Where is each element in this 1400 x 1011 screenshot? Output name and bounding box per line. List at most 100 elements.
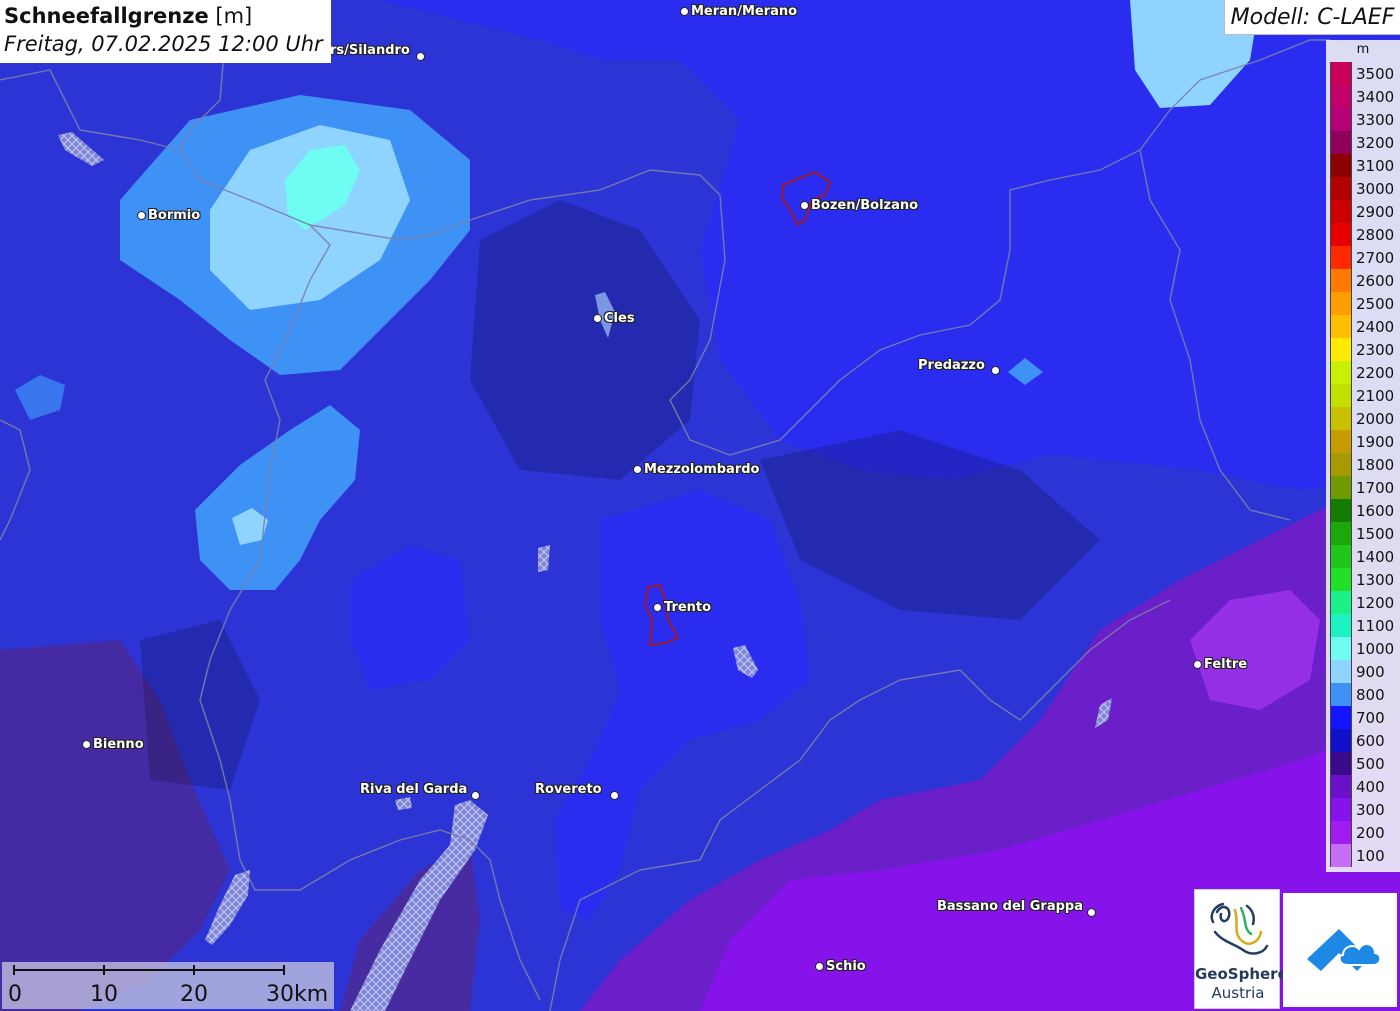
- legend-label: 500: [1356, 754, 1385, 773]
- place-label: Meran/Merano: [691, 4, 798, 19]
- place-label: Schio: [826, 959, 866, 974]
- legend-swatch: [1330, 775, 1352, 798]
- place-mezzolombardo: Mezzolombardo: [633, 462, 759, 477]
- place-label: Trento: [664, 600, 712, 615]
- legend-label: 2000: [1356, 409, 1395, 428]
- legend-label: 400: [1356, 777, 1385, 796]
- legend-entry: 300: [1330, 798, 1398, 821]
- geosphere-emblem-icon: [1210, 902, 1269, 955]
- legend-entry: 900: [1330, 660, 1398, 683]
- place-feltre: Feltre: [1193, 657, 1247, 672]
- legend-swatch: [1330, 200, 1352, 223]
- legend-label: 3200: [1356, 133, 1395, 152]
- legend-swatch: [1330, 752, 1352, 775]
- weather-app-logo[interactable]: [1283, 893, 1397, 1007]
- legend-entry: 3200: [1330, 131, 1398, 154]
- place-bienno: Bienno: [82, 737, 144, 752]
- legend-label: 1400: [1356, 547, 1395, 566]
- place-label: Bienno: [93, 737, 144, 752]
- snowfall-limit-map[interactable]: [0, 0, 1400, 1011]
- place-bormio: Bormio: [137, 208, 200, 223]
- legend-label: 2600: [1356, 271, 1395, 290]
- legend-swatch: [1330, 108, 1352, 131]
- place-marker-icon: [633, 465, 642, 474]
- legend-label: 600: [1356, 731, 1385, 750]
- scale-label: 10: [90, 982, 118, 1007]
- legend-entry: 400: [1330, 775, 1398, 798]
- place-marker-icon: [415, 52, 425, 61]
- legend-entry: 1400: [1330, 545, 1398, 568]
- geosphere-name: GeoSphere: [1195, 965, 1288, 983]
- place-label: Bozen/Bolzano: [811, 198, 919, 213]
- legend-entry: 2300: [1330, 338, 1398, 361]
- legend-entry: 1200: [1330, 591, 1398, 614]
- place-marker-icon: [471, 791, 481, 800]
- legend-label: 2800: [1356, 225, 1395, 244]
- legend-label: 2400: [1356, 317, 1395, 336]
- legend-entry: 600: [1330, 729, 1398, 752]
- legend-label: 1200: [1356, 593, 1395, 612]
- legend-entry: 500: [1330, 752, 1398, 775]
- legend-entry: 3000: [1330, 177, 1398, 200]
- legend-label: 2200: [1356, 363, 1395, 382]
- legend-entry: 1100: [1330, 614, 1398, 637]
- scale-bar: 0 10 20 30km: [2, 962, 334, 1009]
- place-label: Feltre: [1204, 657, 1248, 672]
- place-marker-icon: [990, 366, 1000, 375]
- legend-entry: 100: [1330, 844, 1398, 867]
- legend-entry: 1500: [1330, 522, 1398, 545]
- place-marker-icon: [1193, 660, 1202, 669]
- legend-swatch: [1330, 177, 1352, 200]
- legend-entry: 3100: [1330, 154, 1398, 177]
- legend-entry: 1900: [1330, 430, 1398, 453]
- place-marker-icon: [815, 962, 824, 971]
- legend-label: 700: [1356, 708, 1385, 727]
- legend-entry: 1700: [1330, 476, 1398, 499]
- place-label: Cles: [604, 311, 635, 326]
- place-label: Riva del Garda: [360, 782, 468, 797]
- legend-swatch: [1330, 131, 1352, 154]
- legend-entry: 2000: [1330, 407, 1398, 430]
- legend-swatch: [1330, 361, 1352, 384]
- legend-label: 2500: [1356, 294, 1395, 313]
- legend-label: 3400: [1356, 87, 1395, 106]
- legend-label: 3300: [1356, 110, 1395, 129]
- legend-swatch: [1330, 223, 1352, 246]
- legend-swatch: [1330, 821, 1352, 844]
- place-silandro: rs/Silandro: [330, 40, 425, 61]
- legend-unit: m: [1356, 42, 1370, 57]
- legend-label: 2300: [1356, 340, 1395, 359]
- legend-entry: 3300: [1330, 108, 1398, 131]
- legend-entry: 3400: [1330, 85, 1398, 108]
- place-label: Bassano del Grappa: [937, 899, 1083, 914]
- legend-label: 300: [1356, 800, 1385, 819]
- place-predazzo: Predazzo: [918, 356, 1000, 375]
- geosphere-logo[interactable]: GeoSphere Austria: [1194, 889, 1288, 1009]
- legend-label: 900: [1356, 662, 1385, 681]
- legend-swatch: [1330, 384, 1352, 407]
- place-marker-icon: [1086, 908, 1096, 917]
- legend-label: 800: [1356, 685, 1385, 704]
- legend-swatch: [1330, 798, 1352, 821]
- legend-entry: 2700: [1330, 246, 1398, 269]
- legend-label: 200: [1356, 823, 1385, 842]
- legend-label: 2700: [1356, 248, 1395, 267]
- legend-label: 3100: [1356, 156, 1395, 175]
- legend-swatch: [1330, 62, 1352, 85]
- place-marker-icon: [800, 201, 809, 210]
- legend-label: 1700: [1356, 478, 1395, 497]
- legend-swatch: [1330, 522, 1352, 545]
- place-label: rs/Silandro: [330, 43, 410, 58]
- legend-swatch: [1330, 315, 1352, 338]
- legend-swatch: [1330, 729, 1352, 752]
- legend-label: 1900: [1356, 432, 1395, 451]
- legend-entry: 800: [1330, 683, 1398, 706]
- legend-entry: 700: [1330, 706, 1398, 729]
- legend-swatch: [1330, 269, 1352, 292]
- place-trento: Trento: [653, 600, 711, 615]
- legend-entry: 2600: [1330, 269, 1398, 292]
- legend-label: 1300: [1356, 570, 1395, 589]
- place-bassano: Bassano del Grappa: [937, 896, 1096, 917]
- place-marker-icon: [82, 740, 91, 749]
- legend-swatch: [1330, 706, 1352, 729]
